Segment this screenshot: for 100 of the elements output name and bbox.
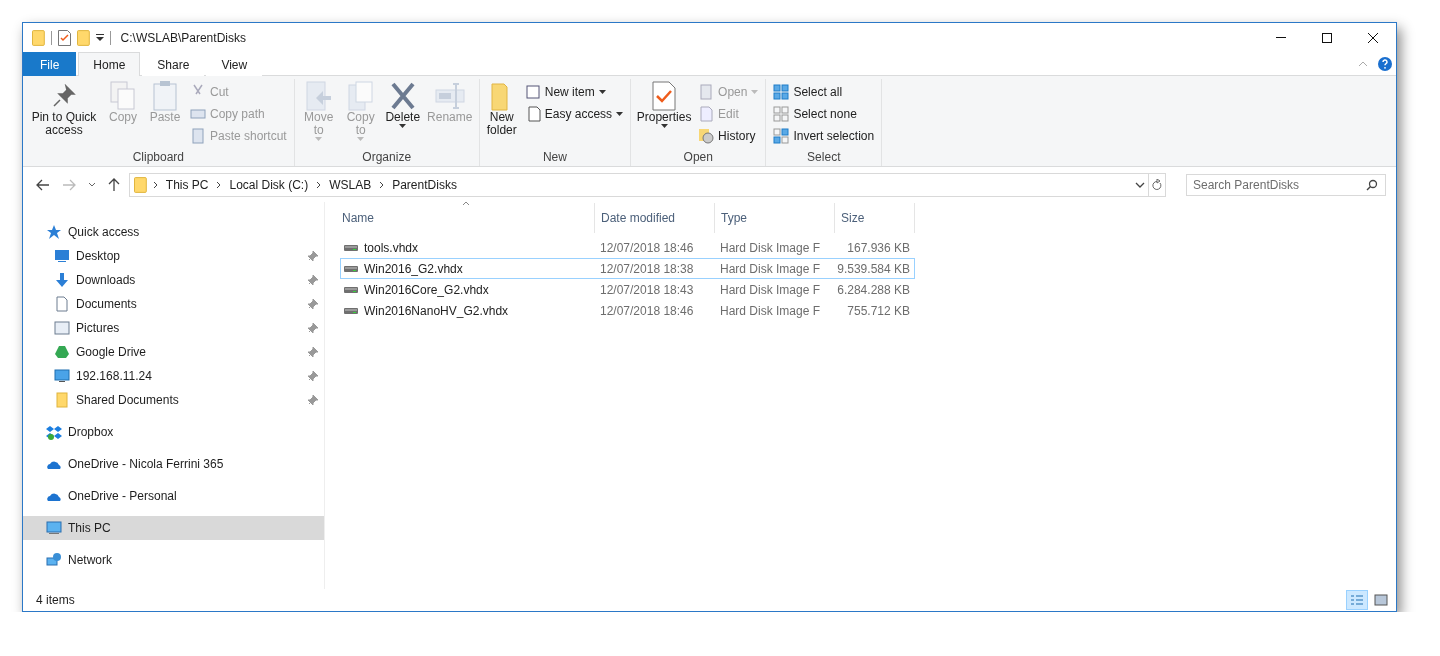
ribbon-button[interactable]: Easy access [521, 103, 627, 125]
ribbon-button[interactable]: New folder [483, 79, 520, 148]
nav-item[interactable]: OneDrive - Nicola Ferrini 365 [23, 452, 324, 476]
nav-item-icon [54, 296, 70, 312]
command-icon [524, 84, 541, 100]
disk-drive-icon [344, 306, 358, 315]
group-label: Clipboard [131, 149, 186, 166]
help-icon[interactable] [1378, 56, 1392, 71]
pin-icon[interactable] [308, 275, 318, 285]
ribbon-button[interactable]: Invert selection [770, 125, 878, 147]
nav-item-icon [54, 368, 70, 384]
properties-icon[interactable] [57, 29, 71, 46]
nav-item[interactable]: Dropbox [23, 420, 324, 444]
nav-item[interactable]: Quick access [23, 220, 324, 244]
folder-icon [134, 176, 147, 193]
nav-item-icon [54, 248, 70, 264]
maximize-icon [1322, 32, 1332, 43]
command-icon [773, 106, 790, 122]
file-row[interactable]: Win2016NanoHV_G2.vhdx 12/07/2018 18:46 Hard Disk Image F 755.712 KB [340, 300, 915, 321]
pin-icon[interactable] [308, 395, 318, 405]
nav-item[interactable]: Google Drive [23, 340, 324, 364]
ribbon-button[interactable]: Delete [382, 79, 423, 148]
column-header[interactable]: Name [340, 203, 595, 233]
table-cell: Hard Disk Image F [720, 261, 821, 276]
table-cell: 12/07/2018 18:46 [600, 240, 694, 255]
breadcrumb[interactable]: WSLAB [327, 177, 374, 192]
nav-item[interactable]: 192.168.11.24 [23, 364, 324, 388]
table-cell: Hard Disk Image F [720, 282, 821, 297]
thumbnail-icon [1374, 594, 1388, 606]
group-label: New [541, 149, 568, 166]
ribbon-tab[interactable]: Home [78, 52, 141, 76]
table-cell: Hard Disk Image F [720, 240, 821, 255]
ribbon-button[interactable]: Select none [770, 103, 878, 125]
command-icon [698, 84, 715, 100]
breadcrumb[interactable]: Local Disk (C:) [227, 177, 311, 192]
dropdown-icon[interactable] [95, 34, 104, 41]
file-row[interactable]: Win2016Core_G2.vhdx 12/07/2018 18:43 Hard Disk Image F 6.284.288 KB [340, 279, 915, 300]
item-count: 4 items [36, 593, 75, 607]
table-cell: Hard Disk Image F [720, 303, 821, 318]
column-header[interactable]: Size [835, 203, 915, 233]
command-icon [347, 81, 374, 111]
pin-icon[interactable] [308, 347, 318, 357]
nav-item[interactable]: This PC [23, 516, 324, 540]
nav-item-icon [54, 392, 70, 408]
breadcrumb[interactable]: ParentDisks [390, 177, 459, 192]
column-header[interactable]: Date modified [595, 203, 715, 233]
chevron-icon [152, 180, 158, 189]
ribbon-button[interactable]: New item [521, 81, 627, 103]
close-icon [1368, 32, 1378, 43]
ribbon-button[interactable]: Select all [770, 81, 878, 103]
address-bar[interactable]: This PC Local Disk (C:) WSLAB ParentDisks [129, 172, 1166, 197]
file-tab[interactable]: File [23, 52, 77, 76]
back-arrow-icon [36, 178, 50, 191]
nav-item[interactable]: Pictures [23, 316, 324, 340]
nav-item[interactable]: Documents [23, 292, 324, 316]
search-icon[interactable] [1366, 178, 1378, 191]
table-cell: 12/07/2018 18:46 [600, 303, 694, 318]
nav-item-icon [54, 344, 70, 360]
disk-drive-icon [344, 243, 358, 252]
nav-item-icon [46, 520, 62, 536]
nav-item[interactable]: Desktop [23, 244, 324, 268]
up-arrow-icon [108, 177, 120, 192]
command-icon [110, 81, 136, 111]
nav-item[interactable]: Downloads [23, 268, 324, 292]
disk-drive-icon [344, 264, 358, 273]
command-icon [153, 81, 177, 111]
ribbon-button[interactable]: Pin to Quick access [27, 79, 101, 148]
breadcrumb[interactable]: This PC [163, 177, 211, 192]
file-row[interactable]: tools.vhdx 12/07/2018 18:46 Hard Disk Image F 167.936 KB [340, 237, 915, 258]
ribbon-button[interactable]: Properties [635, 79, 694, 148]
file-name: tools.vhdx [364, 240, 419, 255]
command-icon [652, 81, 677, 111]
file-name: Win2016_G2.vhdx [364, 261, 463, 276]
ribbon-button[interactable]: History [695, 125, 762, 147]
refresh-button[interactable] [1148, 173, 1165, 196]
pin-icon[interactable] [308, 251, 318, 261]
nav-item[interactable]: Network [23, 548, 324, 572]
table-cell: 12/07/2018 18:38 [600, 261, 694, 276]
table-cell: 755.712 KB [847, 303, 910, 318]
collapse-ribbon-icon[interactable] [1358, 60, 1368, 67]
nav-item[interactable]: Shared Documents [23, 388, 324, 412]
file-row[interactable]: Win2016_G2.vhdx 12/07/2018 18:38 Hard Disk Image F 9.539.584 KB [340, 258, 915, 279]
details-list-icon [1350, 594, 1364, 606]
pin-icon[interactable] [308, 323, 318, 333]
file-name: Win2016Core_G2.vhdx [364, 282, 489, 297]
table-cell: 6.284.288 KB [837, 282, 910, 297]
search-field[interactable]: Search ParentDisks [1186, 173, 1386, 196]
nav-item-icon [46, 424, 62, 440]
command-icon [773, 84, 790, 100]
group-label: Select [806, 149, 842, 166]
pin-icon[interactable] [308, 371, 318, 381]
command-icon [698, 106, 715, 122]
pin-icon[interactable] [308, 299, 318, 309]
group-label: Organize [361, 149, 413, 166]
chevron-icon [316, 180, 322, 189]
column-header[interactable]: Type [715, 203, 835, 233]
nav-item[interactable]: OneDrive - Personal [23, 484, 324, 508]
details-view-button[interactable] [1346, 590, 1368, 610]
refresh-icon [1152, 178, 1162, 191]
command-icon [190, 106, 206, 122]
